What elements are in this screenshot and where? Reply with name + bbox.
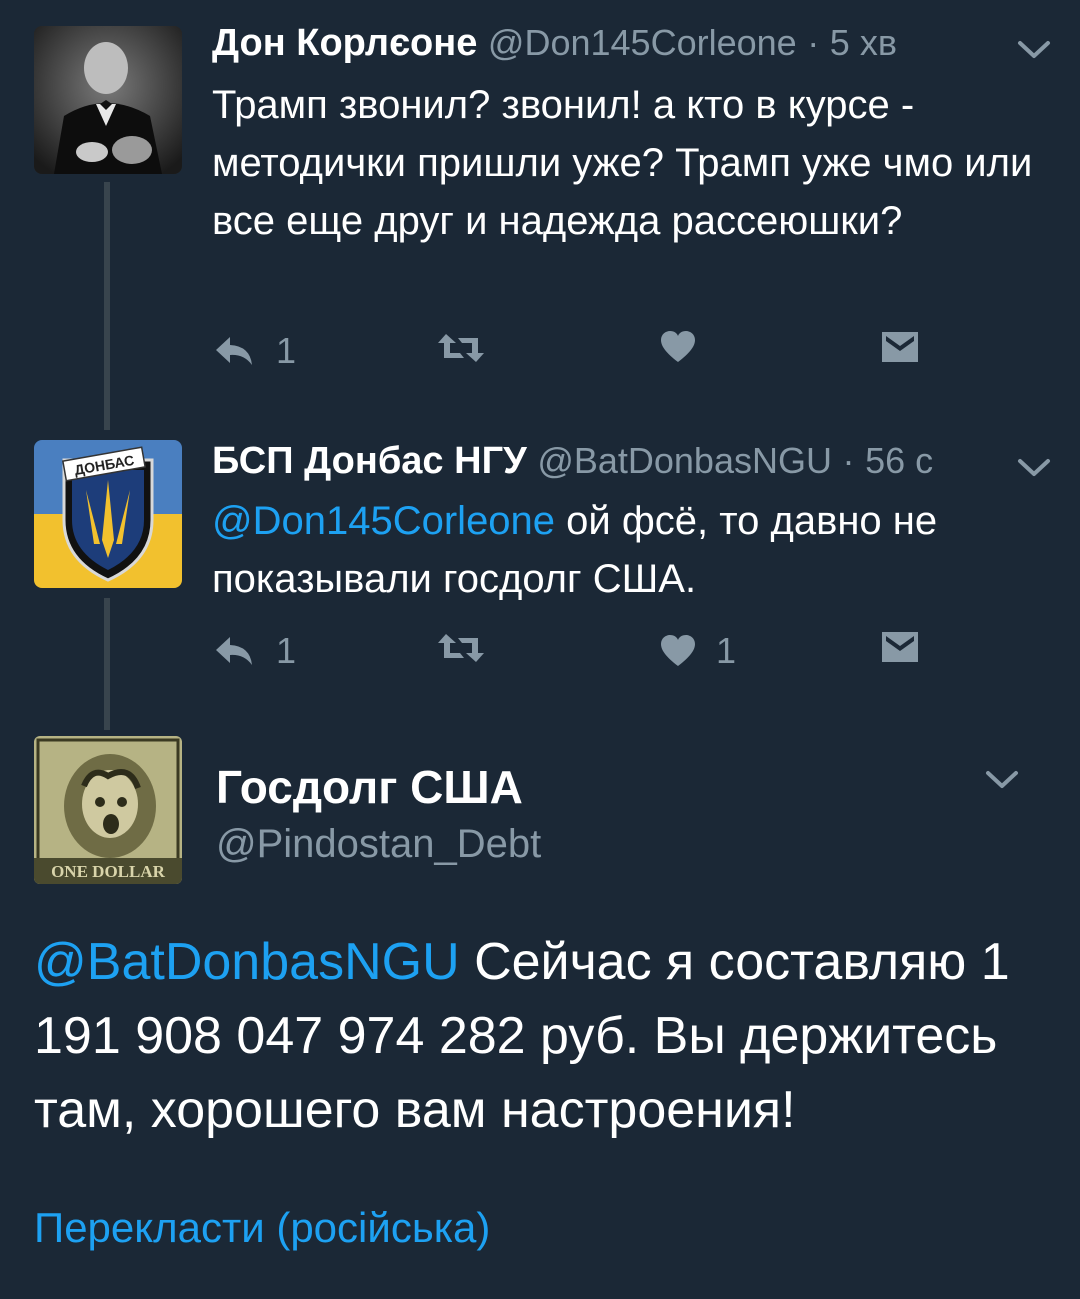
separator-dot: · [842,440,855,481]
retweet-icon [438,334,484,362]
tweet-header: Дон Корлєоне @Don145Corleone · 5 хв [212,20,897,66]
separator-dot: · [807,22,820,63]
handle[interactable]: @Pindostan_Debt [216,822,541,867]
reply-count: 1 [276,630,297,671]
timestamp[interactable]: 56 с [865,440,933,481]
display-name[interactable]: Госдолг США [216,760,523,814]
mention-link[interactable]: @BatDonbasNGU [34,933,460,991]
heart-icon [661,331,695,362]
direct-message-button[interactable] [880,630,920,664]
reply-count: 1 [276,330,297,371]
translate-link[interactable]: Перекласти (російська) [34,1204,490,1252]
retweet-button[interactable] [436,630,486,666]
reply-icon [216,337,252,365]
avatar[interactable]: ДОНБАС [34,440,182,588]
handle[interactable]: @Don145Corleone [488,22,797,63]
tweet[interactable]: ДОНБАС БСП Донбас НГУ @BatDonbasNGU · 56… [0,430,1080,730]
direct-message-button[interactable] [880,330,920,364]
avatar-emblem: ДОНБАС [34,440,182,588]
chevron-down-icon[interactable] [1016,38,1052,62]
chevron-down-icon[interactable] [1016,456,1052,480]
reply-button[interactable]: 1 [212,330,296,372]
retweet-button[interactable] [436,330,486,366]
tweet-actions: 1 1 [212,630,972,680]
tweet-text: @BatDonbasNGU Сейчас я составляю 1 191 9… [34,925,1054,1147]
like-count: 1 [716,630,737,671]
envelope-icon [882,632,918,662]
envelope-icon [882,332,918,362]
reply-button[interactable]: 1 [212,630,296,672]
mention-link[interactable]: @Don145Corleone [212,499,555,543]
tweet-text: @Don145Corleone ой фсё, то давно не пока… [212,492,1052,608]
avatar[interactable]: ONE DOLLAR [34,736,182,884]
timestamp[interactable]: 5 хв [830,22,897,63]
avatar[interactable] [34,26,182,174]
avatar-photo [34,26,182,174]
handle[interactable]: @BatDonbasNGU [537,440,832,481]
retweet-icon [438,634,484,662]
reply-icon [216,637,252,665]
tweet-header: БСП Донбас НГУ @BatDonbasNGU · 56 с [212,438,933,484]
like-button[interactable]: 1 [660,630,736,672]
like-button[interactable] [660,330,696,364]
tweet[interactable]: Дон Корлєоне @Don145Corleone · 5 хв Трам… [0,0,1080,430]
display-name[interactable]: БСП Донбас НГУ [212,440,527,482]
avatar-banner-text: ONE DOLLAR [51,862,166,881]
heart-icon [661,635,695,666]
tweet-actions: 1 [212,330,972,380]
display-name[interactable]: Дон Корлєоне [212,22,477,64]
chevron-down-icon[interactable] [984,768,1020,792]
tweet-text: Трамп звонил? звонил! а кто в курсе - ме… [212,83,1033,243]
avatar-dollar-bill: ONE DOLLAR [34,736,182,884]
